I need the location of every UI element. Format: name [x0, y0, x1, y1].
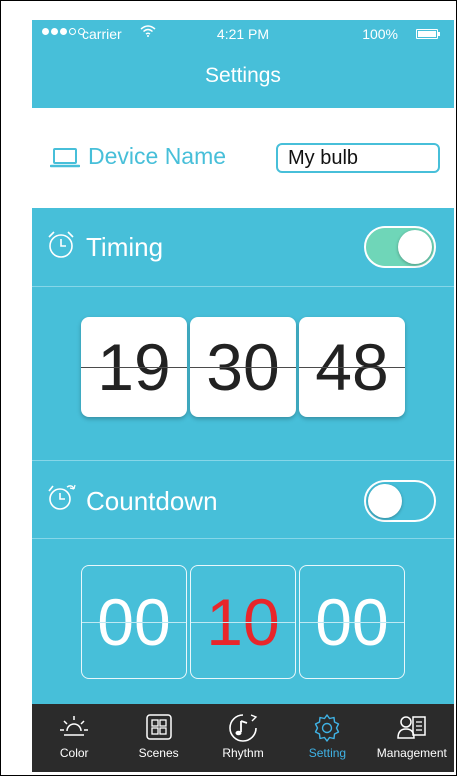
gear-icon: [315, 714, 340, 742]
tab-scenes[interactable]: Scenes: [116, 704, 200, 772]
timing-hours-tile[interactable]: 19: [81, 317, 187, 417]
timing-minutes-tile[interactable]: 30: [190, 317, 296, 417]
battery-percent: 100%: [362, 26, 398, 42]
timing-row: Timing: [32, 218, 454, 274]
timing-seconds-tile[interactable]: 48: [299, 317, 405, 417]
countdown-hours-tile[interactable]: 00: [81, 565, 187, 679]
phone-screen: carrier 4:21 PM 100% Settings Device Nam…: [32, 20, 454, 770]
tab-label: Management: [376, 746, 447, 760]
music-note-icon: [229, 714, 258, 742]
tab-setting[interactable]: Setting: [285, 704, 369, 772]
status-bar: carrier 4:21 PM 100%: [32, 20, 454, 50]
tab-rhythm[interactable]: Rhythm: [201, 704, 285, 772]
countdown-row: Countdown: [32, 472, 454, 528]
divider: [32, 460, 454, 461]
countdown-toggle[interactable]: [364, 480, 436, 522]
countdown-minutes-tile[interactable]: 10: [190, 565, 296, 679]
device-name-input[interactable]: [276, 143, 440, 173]
alarm-clock-repeat-icon: [48, 484, 76, 510]
countdown-label: Countdown: [86, 486, 218, 516]
countdown-clock: 00 10 00: [32, 565, 454, 679]
page-title: Settings: [205, 64, 281, 87]
tab-label: Color: [59, 746, 89, 760]
countdown-seconds-tile[interactable]: 00: [299, 565, 405, 679]
alarm-clock-icon: [48, 231, 74, 258]
user-list-icon: [397, 716, 426, 739]
tab-color[interactable]: Color: [32, 704, 116, 772]
divider: [32, 538, 454, 539]
divider: [32, 286, 454, 287]
sun-icon: [60, 716, 89, 736]
device-name-label: Device Name: [88, 143, 227, 169]
device-name-row: Device Name: [32, 108, 454, 208]
timing-toggle[interactable]: [364, 226, 436, 268]
grid-icon: [145, 714, 172, 740]
laptop-icon: [50, 148, 80, 168]
timing-clock: 19 30 48: [32, 317, 454, 417]
tab-management[interactable]: Management: [370, 704, 454, 772]
timing-label: Timing: [86, 232, 164, 262]
tab-label: Setting: [308, 746, 347, 760]
tab-bar: Color Scenes Rhythm Setting Management: [32, 704, 454, 772]
tab-label: Rhythm: [222, 746, 264, 760]
battery-icon: [416, 29, 440, 39]
tab-label: Scenes: [138, 746, 179, 760]
